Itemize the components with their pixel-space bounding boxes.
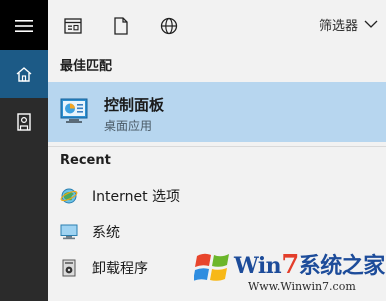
document-icon — [114, 17, 128, 35]
hamburger-icon — [15, 20, 33, 32]
globe-icon — [160, 17, 178, 35]
hamburger-menu-button[interactable] — [0, 0, 48, 52]
recent-item-label: 卸载程序 — [92, 261, 148, 277]
chevron-down-icon — [364, 20, 378, 28]
search-toolbar: 筛选器 — [48, 0, 386, 50]
home-button[interactable] — [0, 50, 48, 98]
watermark-brand-seven: 7 — [281, 250, 299, 280]
notebook-icon — [17, 113, 31, 131]
system-monitor-icon — [60, 223, 78, 241]
recent-item-internet-options[interactable]: Internet 选项 — [48, 178, 386, 214]
notebook-button[interactable] — [0, 98, 48, 146]
uninstall-program-icon — [60, 259, 78, 277]
watermark-brand-prefix: Win — [234, 253, 282, 279]
left-rail — [0, 0, 48, 301]
best-match-title: 控制面板 — [104, 96, 165, 114]
filter-label: 筛选器 — [318, 18, 358, 34]
recent-header: Recent — [48, 146, 386, 174]
recent-item-label: Internet 选项 — [92, 189, 181, 205]
home-icon — [16, 67, 32, 82]
filter-dropdown[interactable]: 筛选器 — [319, 13, 378, 35]
control-panel-icon — [60, 98, 88, 123]
watermark-brand: Win7系统之家 — [234, 248, 385, 280]
best-match-subtitle: 桌面应用 — [104, 119, 153, 133]
windows-logo-icon — [194, 253, 229, 281]
documents-filter-button[interactable] — [106, 11, 136, 41]
watermark-brand-suffix: 系统之家 — [298, 253, 386, 279]
best-match-result[interactable]: 控制面板 桌面应用 — [48, 82, 386, 142]
apps-filter-button[interactable] — [58, 11, 88, 41]
web-filter-button[interactable] — [154, 11, 184, 41]
internet-options-icon — [60, 187, 78, 205]
app-window-icon — [64, 18, 82, 34]
best-match-header: 最佳匹配 — [60, 58, 113, 74]
recent-item-label: 系统 — [92, 225, 120, 241]
watermark-url: Www.Winwin7.com — [248, 280, 356, 293]
watermark: Win7系统之家 Www.Winwin7.com — [186, 244, 386, 301]
